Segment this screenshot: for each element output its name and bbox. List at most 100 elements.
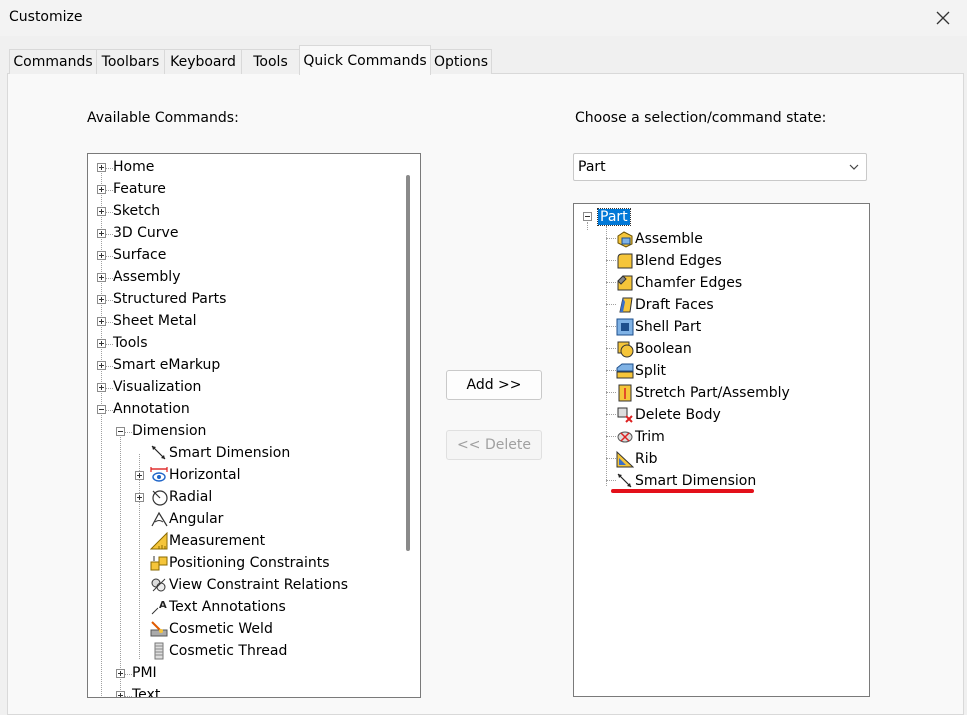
window-title: Customize (9, 9, 83, 25)
available-commands-tree[interactable]: Home Feature Sketch 3D Curve Surface Ass… (87, 153, 421, 698)
quick-item-stretch[interactable]: Stretch Part/Assembly (616, 383, 790, 403)
expand-assembly[interactable] (97, 273, 106, 282)
tree-item-label: Cosmetic Thread (169, 643, 288, 659)
quick-item-label: Trim (635, 429, 665, 445)
expand-horizontal[interactable] (135, 471, 144, 480)
tree-item-label: Horizontal (169, 467, 241, 483)
tree-root-label: Part (597, 208, 631, 226)
expand-feature[interactable] (97, 185, 106, 194)
tree-item-label: Radial (169, 489, 213, 505)
quick-item-rib[interactable]: Rib (616, 449, 658, 469)
title-bar: Customize (0, 0, 967, 36)
angular-dimension-icon (150, 510, 168, 528)
blend-edges-icon (616, 252, 634, 270)
quick-item-label: Boolean (635, 341, 692, 357)
delete-button[interactable]: << Delete (446, 430, 542, 460)
quick-item-label: Delete Body (635, 407, 721, 423)
tree-item-feature[interactable]: Feature (113, 179, 166, 199)
tree-item-angular[interactable]: Angular (150, 509, 223, 529)
tab-keyboard[interactable]: Keyboard (164, 49, 242, 74)
tree-item-sheet-metal[interactable]: Sheet Metal (113, 311, 197, 331)
quick-commands-tree[interactable]: Part Assemble Blend Edges Chamfer Edges … (573, 203, 870, 697)
tab-quick-commands[interactable]: Quick Commands (299, 45, 431, 75)
tree-item-structured-parts[interactable]: Structured Parts (113, 289, 226, 309)
expand-radial[interactable] (135, 493, 144, 502)
expand-visualization[interactable] (97, 383, 106, 392)
scrollbar-thumb[interactable] (406, 175, 410, 551)
quick-item-delete-body[interactable]: Delete Body (616, 405, 721, 425)
tree-item-measurement[interactable]: Measurement (150, 531, 265, 551)
tree-item-cosmetic-weld[interactable]: Cosmetic Weld (150, 619, 273, 639)
tree-item-annotation[interactable]: Annotation (113, 399, 190, 419)
quick-item-draft-faces[interactable]: Draft Faces (616, 295, 714, 315)
shell-part-icon (616, 318, 634, 336)
quick-item-split[interactable]: Split (616, 361, 666, 381)
add-button[interactable]: Add >> (446, 370, 542, 400)
split-icon (616, 362, 634, 380)
tab-tools[interactable]: Tools (241, 49, 300, 74)
close-button[interactable] (929, 4, 957, 32)
close-icon (936, 11, 950, 25)
quick-item-label: Chamfer Edges (635, 275, 743, 291)
cosmetic-thread-icon (150, 642, 168, 660)
tab-options[interactable]: Options (430, 49, 492, 74)
expand-surface[interactable] (97, 251, 106, 260)
tree-item-sketch[interactable]: Sketch (113, 201, 160, 221)
quick-item-label: Rib (635, 451, 658, 467)
quick-item-smart-dimension[interactable]: Smart Dimension (616, 471, 756, 491)
tree-item-smart-dimension[interactable]: Smart Dimension (150, 443, 290, 463)
quick-item-boolean[interactable]: Boolean (616, 339, 692, 359)
tree-root-part[interactable]: Part (597, 207, 631, 227)
tree-item-text-annotations[interactable]: A Text Annotations (150, 597, 286, 617)
tree-item-horizontal[interactable]: Horizontal (150, 465, 240, 485)
quick-item-label: Smart Dimension (635, 473, 757, 489)
collapse-dimension[interactable] (116, 427, 125, 436)
selection-state-dropdown[interactable]: Part (573, 153, 867, 181)
tree-item-label: Measurement (169, 533, 266, 549)
expand-home[interactable] (97, 163, 106, 172)
quick-item-chamfer-edges[interactable]: Chamfer Edges (616, 273, 742, 293)
expand-text[interactable] (116, 691, 125, 697)
expand-pmi[interactable] (116, 669, 125, 678)
quick-item-label: Split (635, 363, 667, 379)
quick-item-assemble[interactable]: Assemble (616, 229, 703, 249)
tree-item-text[interactable]: Text (132, 685, 160, 697)
dropdown-value: Part (578, 159, 606, 175)
quick-item-label: Blend Edges (635, 253, 722, 269)
tab-commands[interactable]: Commands (9, 49, 97, 74)
rib-icon (616, 450, 634, 468)
tree-item-pmi[interactable]: PMI (132, 663, 157, 683)
stretch-icon (616, 384, 634, 402)
tree-item-view-constraint-relations[interactable]: View Constraint Relations (150, 575, 348, 595)
quick-item-blend-edges[interactable]: Blend Edges (616, 251, 722, 271)
tree-item-3d-curve[interactable]: 3D Curve (113, 223, 178, 243)
boolean-icon (616, 340, 634, 358)
expand-tools[interactable] (97, 339, 106, 348)
expand-sheet-metal[interactable] (97, 317, 106, 326)
tree-item-cosmetic-thread[interactable]: Cosmetic Thread (150, 641, 287, 661)
draft-faces-icon (616, 296, 634, 314)
collapse-part[interactable] (583, 212, 592, 221)
expand-3d-curve[interactable] (97, 229, 106, 238)
tree-item-smart-emarkup[interactable]: Smart eMarkup (113, 355, 220, 375)
expand-smart-emarkup[interactable] (97, 361, 106, 370)
collapse-annotation[interactable] (97, 405, 106, 414)
tree-item-surface[interactable]: Surface (113, 245, 166, 265)
tree-item-radial[interactable]: Radial (150, 487, 212, 507)
tab-toolbars[interactable]: Toolbars (96, 49, 165, 74)
quick-item-shell-part[interactable]: Shell Part (616, 317, 701, 337)
expand-structured-parts[interactable] (97, 295, 106, 304)
tree-item-home[interactable]: Home (113, 157, 154, 177)
tree-item-positioning-constraints[interactable]: Positioning Constraints (150, 553, 330, 573)
expand-sketch[interactable] (97, 207, 106, 216)
tree-item-visualization[interactable]: Visualization (113, 377, 201, 397)
tree-item-tools[interactable]: Tools (113, 333, 148, 353)
measurement-icon (150, 532, 168, 550)
quick-item-trim[interactable]: Trim (616, 427, 665, 447)
quick-item-label: Shell Part (635, 319, 702, 335)
tree-item-dimension[interactable]: Dimension (132, 421, 206, 441)
tree-item-label: Smart Dimension (169, 445, 291, 461)
smart-dimension-icon (616, 472, 634, 490)
tree-item-assembly[interactable]: Assembly (113, 267, 180, 287)
cosmetic-weld-icon (150, 620, 168, 638)
